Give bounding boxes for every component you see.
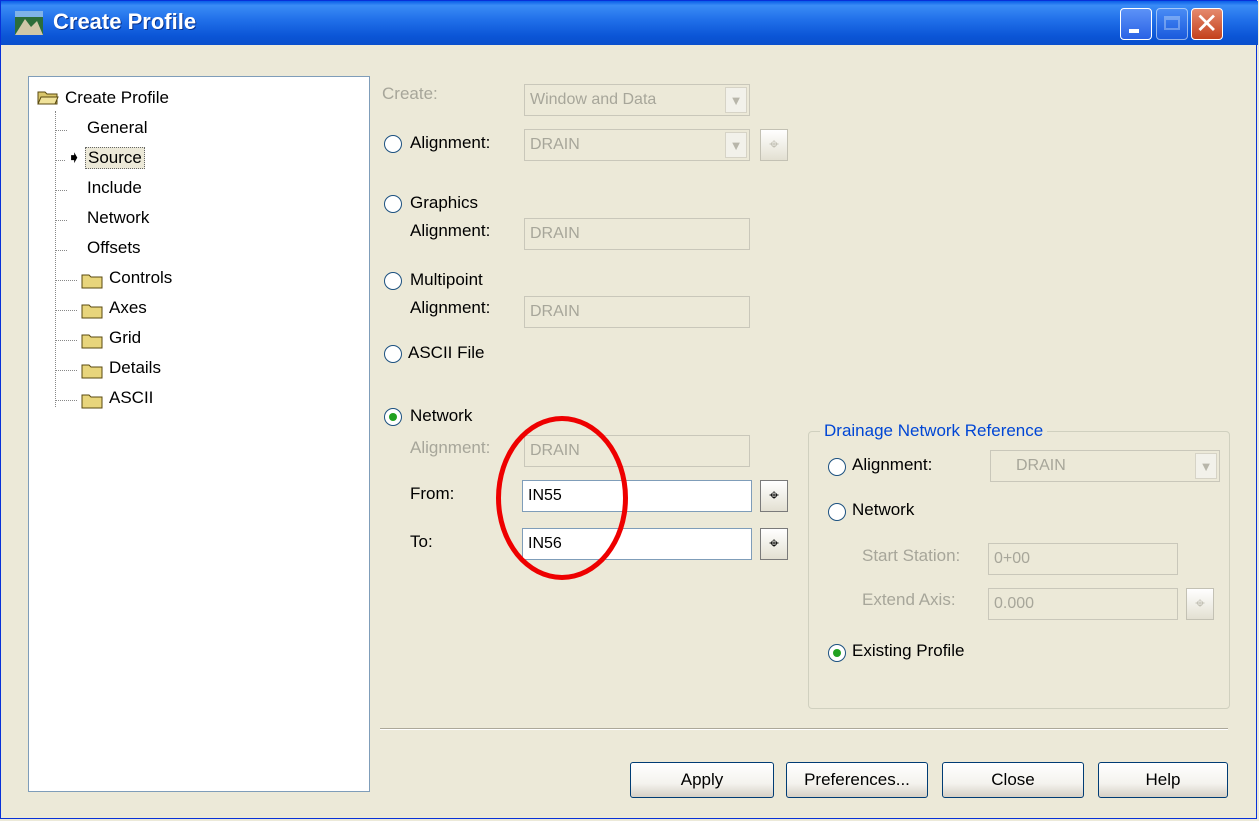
graphics-alignment-value: DRAIN bbox=[530, 225, 580, 242]
minimize-button[interactable] bbox=[1120, 8, 1152, 40]
close-icon: ✕ bbox=[1195, 7, 1219, 40]
extend-axis-pick-button[interactable]: ⌖ bbox=[1186, 588, 1214, 620]
help-button[interactable]: Help bbox=[1098, 762, 1228, 798]
folder-icon bbox=[81, 334, 103, 349]
network-label: Network bbox=[410, 406, 473, 425]
drainage-alignment-combo[interactable]: DRAIN ▼ bbox=[990, 450, 1220, 482]
graphics-radio[interactable] bbox=[384, 195, 402, 213]
folder-icon bbox=[81, 304, 103, 319]
crosshair-icon: ⌖ bbox=[769, 534, 779, 553]
drainage-alignment-label: Alignment: bbox=[852, 455, 933, 474]
create-label: Create: bbox=[382, 84, 438, 103]
chevron-down-icon: ▼ bbox=[725, 87, 747, 113]
tree-item-ascii[interactable]: ASCII bbox=[109, 388, 153, 408]
maximize-button[interactable] bbox=[1156, 8, 1188, 40]
window-title: Create Profile bbox=[53, 9, 197, 34]
ascii-file-label: ASCII File bbox=[408, 343, 485, 362]
tree-item-include[interactable]: Include bbox=[87, 178, 142, 198]
preferences-button[interactable]: Preferences... bbox=[786, 762, 928, 798]
alignment-label: Alignment: bbox=[410, 133, 491, 152]
alignment-radio[interactable] bbox=[384, 135, 402, 153]
tree-item-axes[interactable]: Axes bbox=[109, 298, 147, 318]
arrow-right-icon: ➧ bbox=[67, 148, 82, 167]
multipoint-alignment-label: Alignment: bbox=[410, 298, 491, 317]
tree-item-offsets[interactable]: Offsets bbox=[87, 238, 141, 258]
tree-root-create-profile[interactable]: Create Profile bbox=[65, 88, 169, 108]
create-combo[interactable]: Window and Data ▼ bbox=[524, 84, 750, 116]
multipoint-alignment-value: DRAIN bbox=[530, 303, 580, 320]
folder-icon bbox=[81, 364, 103, 379]
existing-profile-radio[interactable] bbox=[828, 644, 846, 662]
navigation-tree[interactable]: Create Profile General ➧ Source Include … bbox=[28, 76, 370, 792]
folder-icon bbox=[81, 274, 103, 289]
to-label: To: bbox=[410, 532, 433, 551]
tree-item-general[interactable]: General bbox=[87, 118, 147, 138]
extend-axis-label: Extend Axis: bbox=[862, 590, 956, 609]
drainage-network-radio[interactable] bbox=[828, 503, 846, 521]
folder-open-icon bbox=[37, 91, 59, 105]
multipoint-label: Multipoint bbox=[410, 270, 483, 289]
network-alignment-label: Alignment: bbox=[410, 438, 491, 457]
extend-axis-value: 0.000 bbox=[994, 595, 1035, 612]
title-bar[interactable]: Create Profile ✕ bbox=[1, 1, 1258, 45]
red-highlight-circle bbox=[496, 416, 628, 580]
crosshair-icon: ⌖ bbox=[769, 135, 779, 154]
graphics-label: Graphics bbox=[410, 193, 479, 212]
existing-profile-label: Existing Profile bbox=[852, 641, 965, 660]
crosshair-icon: ⌖ bbox=[769, 486, 779, 505]
alignment-value: DRAIN bbox=[530, 136, 580, 153]
drainage-network-label: Network bbox=[852, 500, 915, 519]
start-station-field[interactable]: 0+00 bbox=[988, 543, 1178, 575]
tree-item-grid[interactable]: Grid bbox=[109, 328, 141, 348]
crosshair-icon: ⌖ bbox=[1195, 594, 1205, 613]
start-station-label: Start Station: bbox=[862, 546, 961, 565]
close-window-button[interactable]: ✕ bbox=[1191, 8, 1223, 40]
graphics-alignment-field[interactable]: DRAIN bbox=[524, 218, 750, 250]
separator bbox=[380, 728, 1228, 730]
to-pick-button[interactable]: ⌖ bbox=[760, 528, 788, 560]
network-radio[interactable] bbox=[384, 408, 402, 426]
tree-item-controls[interactable]: Controls bbox=[109, 268, 172, 288]
drainage-alignment-radio[interactable] bbox=[828, 458, 846, 476]
graphics-alignment-label: Alignment: bbox=[410, 221, 491, 240]
ascii-file-radio[interactable] bbox=[384, 345, 402, 363]
alignment-combo[interactable]: DRAIN ▼ bbox=[524, 129, 750, 161]
alignment-pick-button[interactable]: ⌖ bbox=[760, 129, 788, 161]
folder-icon bbox=[81, 394, 103, 409]
create-value: Window and Data bbox=[530, 91, 657, 108]
tree-item-source[interactable]: Source bbox=[85, 147, 145, 169]
app-icon bbox=[15, 11, 43, 35]
extend-axis-field[interactable]: 0.000 bbox=[988, 588, 1178, 620]
tree-item-network[interactable]: Network bbox=[87, 208, 149, 228]
tree-item-details[interactable]: Details bbox=[109, 358, 161, 378]
chevron-down-icon: ▼ bbox=[1195, 453, 1217, 479]
close-button[interactable]: Close bbox=[942, 762, 1084, 798]
multipoint-radio[interactable] bbox=[384, 272, 402, 290]
apply-button[interactable]: Apply bbox=[630, 762, 774, 798]
multipoint-alignment-field[interactable]: DRAIN bbox=[524, 296, 750, 328]
chevron-down-icon: ▼ bbox=[725, 132, 747, 158]
drainage-alignment-value: DRAIN bbox=[1016, 457, 1066, 474]
from-label: From: bbox=[410, 484, 455, 503]
from-pick-button[interactable]: ⌖ bbox=[760, 480, 788, 512]
drainage-group-title: Drainage Network Reference bbox=[820, 421, 1048, 441]
start-station-value: 0+00 bbox=[994, 550, 1031, 567]
